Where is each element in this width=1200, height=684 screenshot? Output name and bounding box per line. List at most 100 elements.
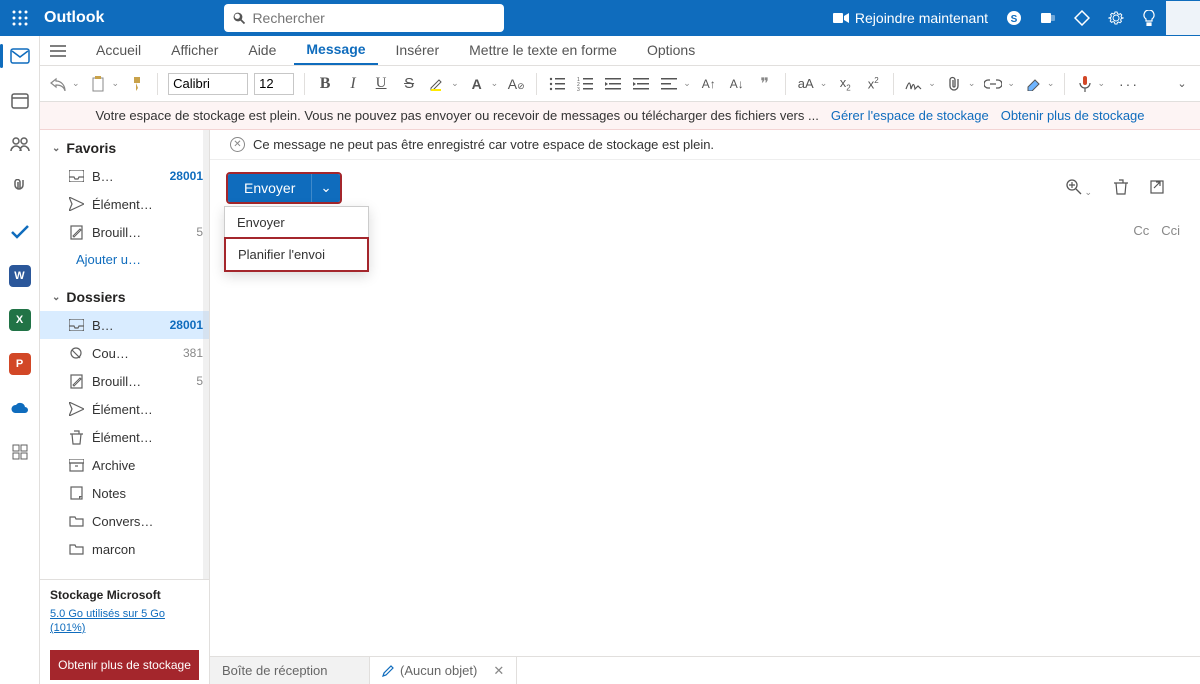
storage-usage-link[interactable]: 5.0 Go utilisés sur 5 Go (101%) xyxy=(50,608,165,634)
menu-inserer[interactable]: Insérer xyxy=(384,38,452,64)
folder-label: Convers… xyxy=(92,514,203,529)
quote-icon[interactable]: ❞ xyxy=(755,74,775,94)
menu-options[interactable]: Options xyxy=(635,38,707,64)
rail-onedrive-icon[interactable] xyxy=(8,396,32,420)
rail-calendar-icon[interactable] xyxy=(8,88,32,112)
folder-item[interactable]: B…28001 xyxy=(40,162,209,190)
font-color-icon[interactable]: A xyxy=(467,74,487,94)
dismiss-warning-icon[interactable]: ✕ xyxy=(230,137,245,152)
subscript-icon[interactable]: x2 xyxy=(835,74,855,94)
dictate-icon[interactable] xyxy=(1075,74,1095,94)
rail-more-apps-icon[interactable] xyxy=(8,440,32,464)
folder-item[interactable]: B…28001 xyxy=(40,311,209,339)
search-box[interactable] xyxy=(224,4,504,32)
folder-label: Brouill… xyxy=(92,225,188,240)
close-tab-icon[interactable]: ✕ xyxy=(493,663,504,679)
folder-item[interactable]: Cou…381 xyxy=(40,339,209,367)
font-size-input[interactable] xyxy=(254,73,294,95)
diamond-icon[interactable] xyxy=(1074,10,1090,26)
folder-item[interactable]: Notes xyxy=(40,479,209,507)
join-meeting-button[interactable]: Rejoindre maintenant xyxy=(833,10,988,26)
signature-icon[interactable] xyxy=(904,74,924,94)
eraser-icon[interactable] xyxy=(1023,74,1043,94)
attach-icon[interactable] xyxy=(944,74,964,94)
folder-label: Cou… xyxy=(92,346,175,361)
send-menu-send[interactable]: Envoyer xyxy=(225,207,368,238)
discard-icon[interactable] xyxy=(1114,179,1128,198)
align-icon[interactable] xyxy=(659,74,679,94)
format-painter-icon[interactable] xyxy=(127,74,147,94)
ribbon-collapse-icon[interactable]: ⌄ xyxy=(1172,74,1192,94)
favorites-header[interactable]: ⌄Favoris xyxy=(40,130,209,162)
storage-summary: Stockage Microsoft 5.0 Go utilisés sur 5… xyxy=(40,579,209,642)
link-icon[interactable] xyxy=(983,74,1003,94)
skype-icon[interactable]: S xyxy=(1006,10,1022,26)
archive-icon xyxy=(68,457,84,473)
folders-header[interactable]: ⌄Dossiers xyxy=(40,279,209,311)
inbox-icon xyxy=(68,168,84,184)
footer-tab-inbox[interactable]: Boîte de réception xyxy=(210,657,370,684)
underline-icon[interactable]: U xyxy=(371,74,391,94)
folder-item[interactable]: marcon xyxy=(40,535,209,563)
zoom-icon[interactable]: ⌄ xyxy=(1066,179,1092,198)
case-icon[interactable]: aA xyxy=(796,74,816,94)
rail-powerpoint-icon[interactable]: P xyxy=(8,352,32,376)
rail-excel-icon[interactable]: X xyxy=(8,308,32,332)
search-input[interactable] xyxy=(252,10,496,26)
cci-button[interactable]: Cci xyxy=(1161,223,1180,238)
banner-manage-link[interactable]: Gérer l'espace de stockage xyxy=(831,108,989,123)
settings-icon[interactable] xyxy=(1108,10,1124,26)
folder-item[interactable]: Convers… xyxy=(40,507,209,535)
add-favorite-link[interactable]: Ajouter u… xyxy=(40,246,209,279)
get-storage-button[interactable]: Obtenir plus de stockage xyxy=(50,650,199,680)
hamburger-icon[interactable] xyxy=(48,41,68,61)
italic-icon[interactable]: I xyxy=(343,74,363,94)
folder-item[interactable]: Élément… xyxy=(40,423,209,451)
font-name-input[interactable] xyxy=(168,73,248,95)
superscript-icon[interactable]: x2 xyxy=(863,74,883,94)
popout-icon[interactable] xyxy=(1150,180,1164,197)
numbering-icon[interactable]: 123 xyxy=(575,74,595,94)
bold-icon[interactable]: B xyxy=(315,74,335,94)
folder-item[interactable]: Élément… xyxy=(40,395,209,423)
rail-todo-icon[interactable] xyxy=(8,220,32,244)
account-avatar[interactable] xyxy=(1166,1,1200,35)
outdent-icon[interactable] xyxy=(603,74,623,94)
rail-files-icon[interactable] xyxy=(8,176,32,200)
menu-aide[interactable]: Aide xyxy=(236,38,288,64)
menu-mettre-en-forme[interactable]: Mettre le texte en forme xyxy=(457,38,629,64)
undo-icon[interactable] xyxy=(48,74,68,94)
send-button[interactable]: Envoyer xyxy=(228,174,311,202)
folder-label: B… xyxy=(92,169,162,184)
clear-format-icon[interactable]: A⊘ xyxy=(506,74,526,94)
app-launcher-icon[interactable] xyxy=(0,10,40,26)
rail-mail-icon[interactable] xyxy=(8,44,32,68)
folder-count: 5 xyxy=(196,225,203,239)
tips-icon[interactable] xyxy=(1142,10,1156,26)
cc-button[interactable]: Cc xyxy=(1133,223,1149,238)
folder-item[interactable]: Brouill…5 xyxy=(40,367,209,395)
send-split-button: Envoyer ⌄ xyxy=(226,172,342,204)
folder-item[interactable]: Élément… xyxy=(40,190,209,218)
folder-label: Archive xyxy=(92,458,203,473)
bullets-icon[interactable] xyxy=(547,74,567,94)
more-icon[interactable]: ··· xyxy=(1119,74,1139,94)
increase-font-icon[interactable]: A↑ xyxy=(699,74,719,94)
footer-tab-compose[interactable]: (Aucun objet) ✕ xyxy=(370,657,517,684)
strike-icon[interactable]: S xyxy=(399,74,419,94)
send-menu-schedule[interactable]: Planifier l'envoi xyxy=(224,237,369,272)
menu-message[interactable]: Message xyxy=(294,37,377,65)
teams-icon[interactable] xyxy=(1040,10,1056,26)
decrease-font-icon[interactable]: A↓ xyxy=(727,74,747,94)
indent-icon[interactable] xyxy=(631,74,651,94)
paste-icon[interactable] xyxy=(88,74,108,94)
folder-item[interactable]: Archive xyxy=(40,451,209,479)
rail-word-icon[interactable]: W xyxy=(8,264,32,288)
send-dropdown-button[interactable]: ⌄ xyxy=(311,174,339,202)
banner-getmore-link[interactable]: Obtenir plus de stockage xyxy=(1001,108,1145,123)
rail-people-icon[interactable] xyxy=(8,132,32,156)
menu-afficher[interactable]: Afficher xyxy=(159,38,230,64)
highlight-icon[interactable] xyxy=(427,74,447,94)
menu-accueil[interactable]: Accueil xyxy=(84,38,153,64)
folder-item[interactable]: Brouill… 5 xyxy=(40,218,209,246)
